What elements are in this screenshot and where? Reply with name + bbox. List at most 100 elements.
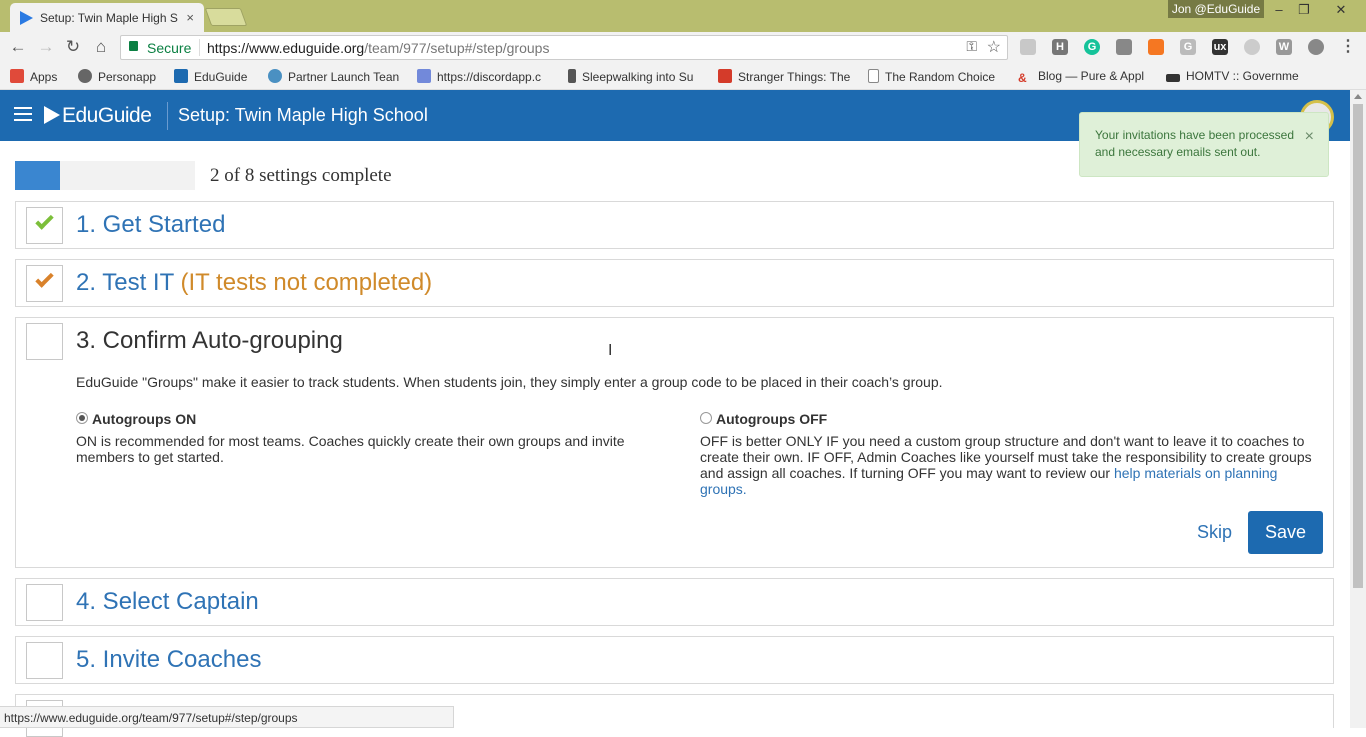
key-icon[interactable]: ⚿: [966, 38, 977, 55]
toast-message-line1: Your invitations have been processed: [1095, 128, 1295, 142]
address-bar[interactable]: Secure https://www.eduguide.org/team/977…: [120, 35, 1008, 60]
bookmark-eduguide[interactable]: EduGuide: [174, 69, 247, 84]
location-pin-icon: [268, 69, 282, 83]
step-description: EduGuide "Groups" make it easier to trac…: [76, 374, 943, 390]
profile-user-label[interactable]: Jon @EduGuide: [1168, 0, 1264, 18]
extension-globe-icon[interactable]: [1020, 39, 1036, 55]
toast-close-icon[interactable]: ×: [1305, 128, 1314, 145]
scrollbar-thumb[interactable]: [1353, 104, 1363, 588]
extension-h-icon[interactable]: H: [1052, 39, 1068, 55]
bookmark-label: Partner Launch Tean: [288, 70, 400, 84]
bookmark-blog[interactable]: & Blog — Pure & Appl: [1018, 69, 1144, 85]
bookmark-stranger-things[interactable]: Stranger Things: The: [718, 69, 850, 84]
extension-eye-icon[interactable]: [1308, 39, 1324, 55]
text-cursor-icon: I: [608, 342, 613, 359]
step-warning: (IT tests not completed): [180, 269, 433, 296]
reload-icon[interactable]: ↻: [63, 37, 83, 57]
scroll-up-arrow-icon[interactable]: [1354, 94, 1362, 99]
step-confirm-auto-grouping: 3. Confirm Auto-grouping EduGuide "Group…: [15, 317, 1334, 568]
header-divider: [167, 102, 168, 130]
chrome-menu-icon[interactable]: ⋮: [1340, 39, 1356, 55]
secure-label: Secure: [147, 40, 192, 56]
step-title[interactable]: 1. Get Started: [76, 211, 225, 239]
logo-text: EduGuide: [62, 104, 152, 127]
link-status-bar: https://www.eduguide.org/team/977/setup#…: [0, 706, 454, 728]
bookmark-discord[interactable]: https://discordapp.c: [417, 69, 541, 84]
bookmark-label: HOMTV :: Governme: [1186, 69, 1299, 83]
step-checkbox: [26, 584, 63, 621]
browser-title-bar: Setup: Twin Maple High S × Jon @EduGuide…: [0, 0, 1366, 32]
bookmark-label: https://discordapp.c: [437, 70, 542, 84]
eduguide-logo[interactable]: EduGuide: [44, 104, 152, 128]
page-title: Setup: Twin Maple High School: [178, 105, 428, 125]
bookmark-label: Blog — Pure & Appl: [1038, 69, 1145, 83]
checkmark-icon: [35, 211, 54, 230]
radio-autogroups-on[interactable]: [76, 412, 88, 424]
url-text[interactable]: https://www.eduguide.org/team/977/setup#…: [207, 40, 549, 56]
option-label: Autogroups ON: [92, 411, 197, 427]
bookmark-random-choice[interactable]: The Random Choice: [868, 69, 995, 84]
bookmark-apps[interactable]: Apps: [10, 69, 57, 84]
page-icon: [868, 69, 879, 83]
step-title[interactable]: 2. Test IT (IT tests not completed): [76, 269, 432, 297]
step-select-captain[interactable]: 4. Select Captain: [15, 578, 1334, 626]
skip-link[interactable]: Skip: [1197, 522, 1232, 543]
step-checkbox: [26, 642, 63, 679]
bookmark-label: Stranger Things: The: [738, 70, 851, 84]
bookmark-label: The Random Choice: [885, 70, 996, 84]
bookmark-label: Apps: [30, 70, 58, 84]
option-label: Autogroups OFF: [716, 411, 828, 427]
close-window-icon[interactable]: ✕: [1326, 0, 1356, 20]
step-get-started[interactable]: 1. Get Started: [15, 201, 1334, 249]
option-text: ON is recommended for most teams. Coache…: [76, 433, 625, 465]
browser-tab[interactable]: Setup: Twin Maple High S ×: [10, 3, 204, 32]
bookmark-partner-launch[interactable]: Partner Launch Tean: [268, 69, 399, 84]
bookmark-label: EduGuide: [194, 70, 248, 84]
step-title[interactable]: 5. Invite Coaches: [76, 646, 261, 674]
radio-autogroups-off[interactable]: [700, 412, 712, 424]
bookmark-label: Sleepwalking into Su: [582, 70, 694, 84]
discord-icon: [417, 69, 431, 83]
bookmark-personapp[interactable]: Personapp: [78, 69, 156, 84]
camera-extension-icon[interactable]: [1116, 39, 1132, 55]
omnibox-divider: [199, 39, 200, 56]
bookmark-star-icon[interactable]: ☆: [987, 37, 1001, 57]
bookmark-sleepwalking[interactable]: Sleepwalking into Su: [568, 69, 693, 84]
url-host: https://www.eduguide.org: [207, 40, 365, 56]
step-title[interactable]: 3. Confirm Auto-grouping: [76, 327, 343, 355]
toast-message-line2: and necessary emails sent out.: [1095, 145, 1261, 159]
ux-extension-icon[interactable]: ux: [1212, 39, 1228, 55]
page-scrollbar[interactable]: [1350, 90, 1366, 728]
forward-arrow-icon[interactable]: →: [36, 37, 56, 57]
maximize-icon[interactable]: ❐: [1289, 0, 1319, 20]
progress-text: 2 of 8 settings complete: [210, 165, 392, 186]
home-icon[interactable]: ⌂: [91, 37, 111, 57]
grammarly-icon[interactable]: G: [1084, 39, 1100, 55]
step-checkbox: [26, 207, 63, 244]
option-text: OFF is better ONLY IF you need a custom …: [700, 433, 1312, 497]
extension-circle-icon[interactable]: [1244, 39, 1260, 55]
ampersand-icon: &: [1018, 71, 1027, 85]
step-title-text: 2. Test IT: [76, 269, 174, 296]
extension-w-icon[interactable]: W: [1276, 39, 1292, 55]
step-title[interactable]: 4. Select Captain: [76, 588, 259, 616]
hamburger-menu-icon[interactable]: [14, 107, 32, 121]
extension-g-icon[interactable]: G: [1180, 39, 1196, 55]
step-test-it[interactable]: 2. Test IT (IT tests not completed): [15, 259, 1334, 307]
apps-grid-icon: [10, 69, 24, 83]
back-arrow-icon[interactable]: ←: [8, 37, 28, 57]
tab-close-icon[interactable]: ×: [186, 10, 194, 25]
success-toast: Your invitations have been processed and…: [1079, 112, 1329, 177]
hubspot-icon[interactable]: [1148, 39, 1164, 55]
new-tab-button[interactable]: [204, 8, 248, 26]
setup-progress-bar: [15, 161, 195, 190]
url-path: /team/977/setup#/step/groups: [364, 40, 550, 56]
stranger-things-icon: [718, 69, 732, 83]
step-checkbox: [26, 323, 63, 360]
personapp-icon: [78, 69, 92, 83]
bookmark-homtv[interactable]: HOMTV :: Governme: [1166, 69, 1299, 83]
bookmark-icon: [568, 69, 576, 83]
save-button[interactable]: Save: [1248, 511, 1323, 554]
step-invite-coaches[interactable]: 5. Invite Coaches: [15, 636, 1334, 684]
progress-fill: [15, 161, 60, 190]
